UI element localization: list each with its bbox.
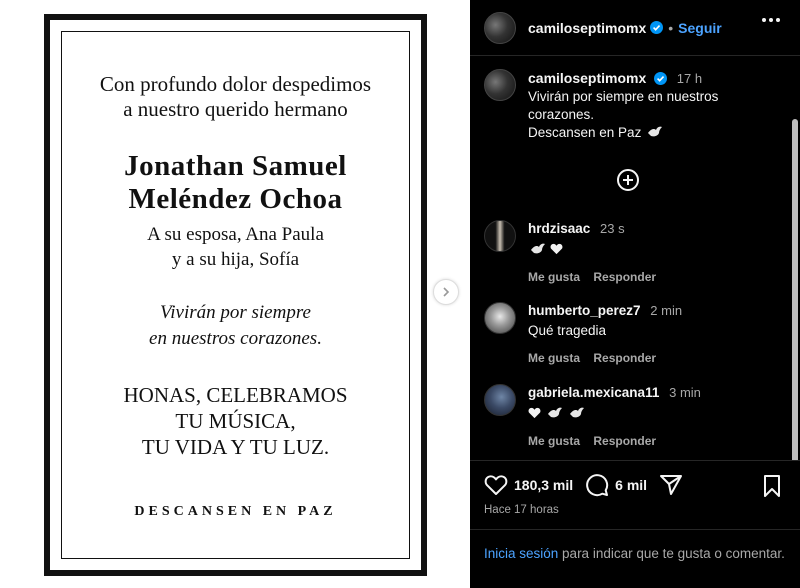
author-username[interactable]: camiloseptimomx (528, 20, 646, 36)
comment-avatar[interactable] (484, 302, 516, 334)
follow-button[interactable]: Seguir (678, 20, 722, 36)
card-intro-line1: Con profundo dolor despedimos (99, 72, 372, 96)
action-row: 180,3 mil 6 mil (484, 473, 683, 497)
card-quote: Vivirán por siempre en nuestros corazone… (50, 300, 421, 352)
card-closing: DESCANSEN EN PAZ (134, 504, 337, 519)
white-heart-emoji-icon (528, 407, 541, 419)
comment-text (528, 405, 774, 423)
comment-item: gabriela.mexicana11 3 min Me gusta Respo… (484, 384, 774, 450)
comment-reply-button[interactable]: Responder (593, 270, 656, 284)
card-family-line1: A su esposa, Ana Paula (147, 224, 324, 245)
load-more-comments-icon[interactable] (617, 169, 639, 191)
comment-time: 2 min (650, 303, 683, 318)
caption-line1: Vivirán por siempre en nuestros (528, 89, 719, 104)
deceased-name-line1: Jonathan Samuel (124, 150, 347, 182)
post-image: Con profundo dolor despedimos a nuestro … (0, 0, 470, 588)
comment-username[interactable]: humberto_perez7 (528, 303, 641, 318)
caption-line3-wrap: Descansen en Paz (528, 124, 774, 142)
comment-actions: Me gusta Responder (528, 432, 774, 450)
dove-emoji-icon (648, 126, 663, 137)
comments-scrollbar[interactable] (792, 119, 798, 460)
comment-actions: Me gusta Responder (528, 268, 774, 286)
comments-count[interactable]: 6 mil (615, 477, 647, 493)
comment-time: 3 min (669, 385, 701, 400)
dove-emoji-icon (531, 243, 545, 254)
deceased-name: Jonathan Samuel Meléndez Ochoa (50, 150, 421, 216)
caption-username[interactable]: camiloseptimomx (528, 70, 646, 86)
login-prompt-text: para indicar que te gusta o comentar. (558, 546, 785, 561)
comment-text: Qué tragedia (528, 323, 607, 338)
white-heart-emoji-icon (550, 243, 563, 255)
caption-line2: corazones. (528, 107, 595, 122)
post-panel: camiloseptimomx • Seguir camiloseptimomx… (470, 0, 800, 588)
comment-item: humberto_perez7 2 min Qué tragedia Me gu… (484, 302, 774, 367)
memorial-card: Con profundo dolor despedimos a nuestro … (44, 14, 427, 576)
comment-avatar[interactable] (484, 220, 516, 252)
caption-avatar[interactable] (484, 69, 516, 101)
comment-username[interactable]: hrdzisaac (528, 221, 590, 236)
card-family-line2: y a su hija, Sofía (171, 249, 300, 270)
next-arrow-icon (443, 287, 450, 297)
card-tribute: HONAS, CELEBRAMOS TU MÚSICA, TU VIDA Y T… (50, 382, 421, 460)
card-tribute-line2: TU MÚSICA, (175, 409, 296, 433)
header-dot: • (668, 19, 674, 36)
deceased-name-line2: Meléndez Ochoa (128, 183, 343, 215)
comment-reply-button[interactable]: Responder (593, 351, 656, 365)
card-tribute-line1: HONAS, CELEBRAMOS (123, 383, 348, 407)
verified-badge-icon (654, 72, 668, 85)
comment-icon[interactable] (585, 473, 609, 497)
dove-emoji-icon (569, 407, 584, 418)
likes-count[interactable]: 180,3 mil (514, 477, 573, 493)
comment-text (528, 241, 774, 259)
card-quote-line1: Vivirán por siempre (160, 302, 311, 323)
post-timestamp: Hace 17 horas (484, 504, 559, 516)
bookmark-icon[interactable] (762, 474, 782, 498)
login-prompt: Inicia sesión para indicar que te gusta … (470, 529, 800, 564)
post-actions-bar: 180,3 mil 6 mil Hace 17 horas Inicia ses… (470, 460, 800, 588)
comment-like-button[interactable]: Me gusta (528, 434, 580, 448)
dove-emoji-icon (547, 407, 562, 418)
author-avatar[interactable] (484, 11, 516, 44)
caption-time: 17 h (676, 71, 703, 86)
next-image-button[interactable] (433, 279, 459, 305)
more-options-icon[interactable] (762, 18, 780, 22)
card-family: A su esposa, Ana Paula y a su hija, Sofí… (50, 222, 421, 272)
post-caption: camiloseptimomx 17 h Vivirán por siempre… (484, 69, 774, 142)
post-header: camiloseptimomx • Seguir (470, 0, 800, 56)
comment-actions: Me gusta Responder (528, 349, 774, 367)
comments-section[interactable]: camiloseptimomx 17 h Vivirán por siempre… (470, 57, 800, 460)
card-intro: Con profundo dolor despedimos a nuestro … (50, 72, 421, 122)
comment-reply-button[interactable]: Responder (593, 434, 656, 448)
card-quote-line2: en nuestros corazones. (149, 328, 322, 349)
share-icon[interactable] (659, 473, 683, 497)
comment-like-button[interactable]: Me gusta (528, 351, 580, 365)
heart-icon[interactable] (484, 474, 508, 496)
comment-avatar[interactable] (484, 384, 516, 416)
comment-item: hrdzisaac 23 s Me gusta Responder (484, 220, 774, 286)
caption-line3: Descansen en Paz (528, 125, 642, 140)
comment-time: 23 s (600, 221, 625, 236)
login-link[interactable]: Inicia sesión (484, 546, 558, 561)
comment-username[interactable]: gabriela.mexicana11 (528, 385, 659, 400)
comment-like-button[interactable]: Me gusta (528, 270, 580, 284)
card-tribute-line3: TU VIDA Y TU LUZ. (141, 435, 330, 459)
verified-badge-icon (650, 21, 664, 34)
card-intro-line2: a nuestro querido hermano (123, 97, 348, 121)
